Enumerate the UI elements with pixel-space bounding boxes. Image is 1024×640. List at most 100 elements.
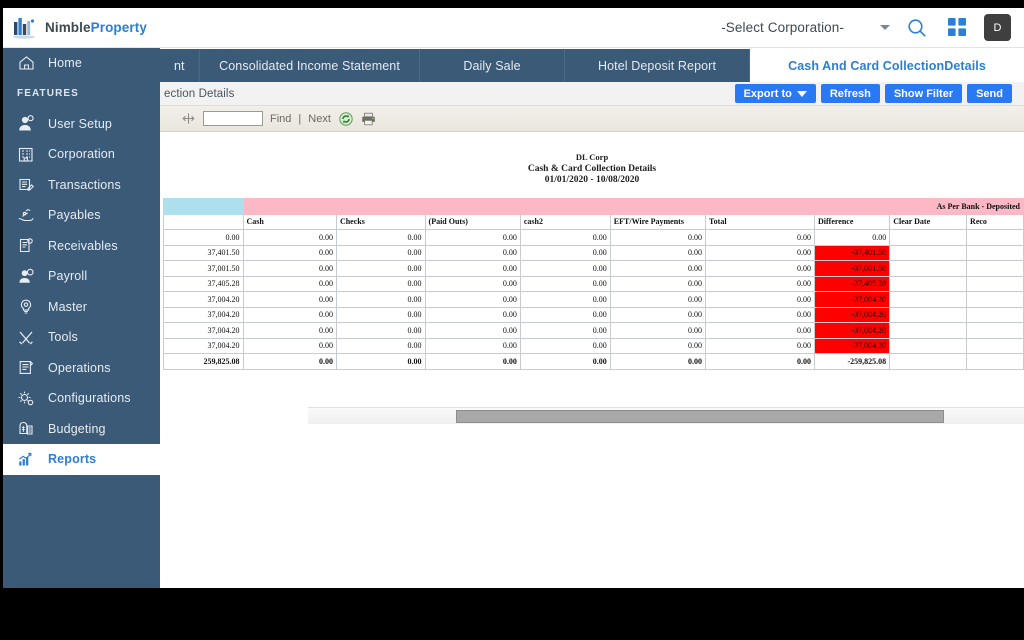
sidebar-item-receivables[interactable]: Receivables — [3, 231, 160, 262]
table-cell — [889, 337, 968, 354]
table-cell — [966, 291, 1024, 308]
toolbar-separator: | — [298, 112, 302, 125]
table-cell: 37,001.50 — [163, 260, 244, 277]
table-cell: 0.00 — [335, 291, 426, 308]
table-total: 259,825.08 0.00 0.00 0.00 0.00 0.00 0.00 -259,8… — [163, 353, 1024, 370]
table-band-row: As Per Bank - Deposited — [163, 198, 1024, 215]
top-header: -Select Corporation- D — [160, 8, 1024, 48]
sidebar-item-master[interactable]: Master — [3, 292, 160, 323]
table-row: 37,004.20 0.00 0.00 0.00 0.00 0.00 0.00 -37,004… — [163, 337, 1024, 354]
page-navigation-icon[interactable] — [180, 111, 196, 127]
export-to-label: Export to — [743, 87, 792, 100]
tools-icon — [15, 327, 37, 347]
sidebar-item-budgeting[interactable]: Budgeting — [3, 414, 160, 445]
sidebar-item-label: Home — [48, 56, 82, 71]
payables-icon — [15, 205, 37, 225]
brand-logo-area[interactable]: NimbleProperty — [3, 8, 160, 48]
sidebar-item-label: Payroll — [48, 269, 88, 284]
refresh-icon[interactable] — [338, 111, 354, 127]
table-total-row: 259,825.08 0.00 0.00 0.00 0.00 0.00 0.00 -259,8… — [163, 353, 1024, 370]
report-header: DL Corp Cash & Card Collection Details 0… — [160, 132, 1024, 187]
horizontal-scrollbar[interactable] — [308, 407, 1024, 424]
report-tab-bar: nt Consolidated Income Statement Daily S… — [160, 49, 1024, 82]
table-cell: 0.00 — [424, 275, 521, 292]
find-input[interactable] — [203, 111, 263, 126]
brand-name-part1: Nimble — [45, 20, 91, 35]
print-icon[interactable] — [361, 111, 377, 127]
report-date-range: 01/01/2020 - 10/08/2020 — [544, 175, 640, 185]
horizontal-scrollbar-thumb[interactable] — [456, 410, 944, 423]
table-cell: 0.00 — [609, 244, 707, 261]
table-cell: 0.00 — [424, 260, 521, 277]
table-cell — [889, 229, 968, 246]
sidebar-item-reports[interactable]: Reports — [3, 444, 160, 475]
column-header-difference: Difference — [813, 213, 891, 230]
sidebar-item-payroll[interactable]: Payroll — [3, 261, 160, 292]
sidebar-item-corporation[interactable]: Corporation — [3, 139, 160, 170]
corporation-selector[interactable]: -Select Corporation- — [721, 20, 890, 35]
cell-difference: -37,004.20 — [813, 291, 891, 308]
sidebar-item-transactions[interactable]: Transactions — [3, 170, 160, 201]
total-cell: 0.00 — [242, 353, 337, 370]
sidebar-item-operations[interactable]: Operations — [3, 353, 160, 384]
breadcrumb: ection Details — [164, 87, 235, 100]
sidebar-item-label: Reports — [48, 452, 97, 467]
table-cell: 0.00 — [424, 244, 521, 261]
band-label-as-per-bank-deposited: As Per Bank - Deposited — [242, 198, 1024, 215]
refresh-button[interactable]: Refresh — [820, 84, 880, 103]
brand-name: NimbleProperty — [45, 20, 147, 35]
table-row: 37,004.20 0.00 0.00 0.00 0.00 0.00 0.00 -37,004… — [163, 322, 1024, 339]
table-cell — [966, 337, 1024, 354]
table-cell: 0.00 — [705, 306, 815, 323]
tab-consolidated-income-statement[interactable]: Consolidated Income Statement — [200, 49, 420, 82]
avatar[interactable]: D — [984, 14, 1011, 41]
find-next-button[interactable]: Next — [308, 113, 331, 125]
sidebar-item-tools[interactable]: Tools — [3, 322, 160, 353]
table-cell: 0.00 — [705, 260, 815, 277]
find-button[interactable]: Find — [270, 113, 291, 125]
action-buttons: Export to Refresh Show Filter Send — [734, 84, 1024, 103]
table-cell: 0.00 — [519, 337, 611, 354]
send-button[interactable]: Send — [967, 84, 1012, 103]
tab-partial-statement[interactable]: nt — [160, 49, 200, 82]
budgeting-money-icon — [15, 419, 37, 439]
table-cell: 0.00 — [705, 337, 815, 354]
table-cell — [966, 275, 1024, 292]
table-cell: 0.00 — [609, 306, 707, 323]
tab-daily-sale[interactable]: Daily Sale — [420, 49, 565, 82]
table-cell: 37,004.20 — [163, 291, 244, 308]
table-row: 37,001.50 0.00 0.00 0.00 0.00 0.00 0.00 -37,001… — [163, 260, 1024, 277]
table-cell — [966, 244, 1024, 261]
table-row: 37,405.28 0.00 0.00 0.00 0.00 0.00 0.00 -37,405… — [163, 275, 1024, 292]
table-cell — [966, 260, 1024, 277]
show-filter-button[interactable]: Show Filter — [884, 84, 963, 103]
table-cell — [889, 291, 968, 308]
grid-apps-icon[interactable] — [944, 15, 970, 41]
search-icon[interactable] — [904, 15, 930, 41]
sidebar-item-label: Payables — [48, 208, 101, 223]
table-cell: 37,405.28 — [163, 275, 244, 292]
export-to-button[interactable]: Export to — [734, 84, 816, 103]
table-cell: 0.00 — [705, 322, 815, 339]
table-cell — [889, 244, 968, 261]
cell-difference: -37,405.28 — [813, 275, 891, 292]
table-cell: 0.00 — [519, 322, 611, 339]
column-header-cash: Cash — [242, 213, 337, 230]
table-cell: 0.00 — [424, 337, 521, 354]
table-row: 37,004.20 0.00 0.00 0.00 0.00 0.00 0.00 -37,004… — [163, 291, 1024, 308]
sidebar-item-configurations[interactable]: Configurations — [3, 383, 160, 414]
table-cell: 0.00 — [242, 337, 337, 354]
cell-difference: -37,401.50 — [813, 244, 891, 261]
table-cell — [966, 306, 1024, 323]
building-bars-logo — [12, 16, 38, 40]
tab-cash-and-card-collection-details[interactable]: Cash And Card CollectionDetails — [750, 49, 1024, 82]
sidebar-item-home[interactable]: Home — [3, 48, 160, 79]
sidebar-item-user-setup[interactable]: User Setup — [3, 109, 160, 140]
table-cell: 0.00 — [609, 291, 707, 308]
tab-hotel-deposit-report[interactable]: Hotel Deposit Report — [565, 49, 750, 82]
sidebar-item-label: Operations — [48, 360, 111, 375]
table-cell: 37,004.20 — [163, 337, 244, 354]
table-cell: 0.00 — [335, 337, 426, 354]
sidebar-item-payables[interactable]: Payables — [3, 200, 160, 231]
master-bulb-icon — [15, 297, 37, 317]
